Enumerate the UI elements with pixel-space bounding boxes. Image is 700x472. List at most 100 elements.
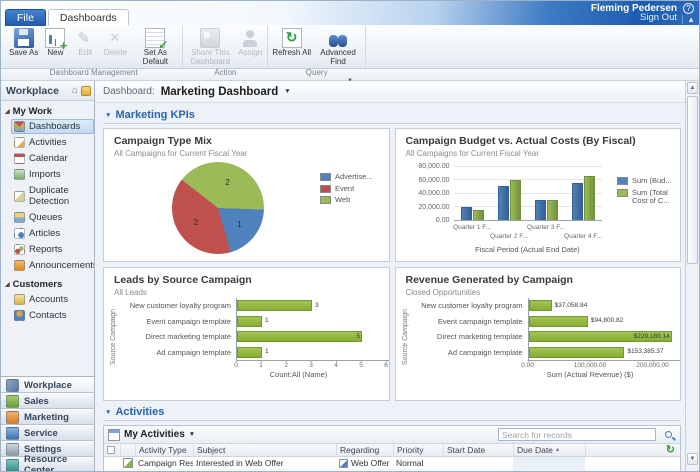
sign-out-link[interactable]: Sign Out — [640, 12, 677, 23]
scrollbar-thumb[interactable] — [687, 96, 698, 264]
category-label: Ad campaign template — [416, 348, 528, 357]
legend-label: Web — [335, 196, 350, 205]
bar-sum-bud — [572, 183, 583, 220]
nav-button-workplace[interactable]: Workplace — [1, 377, 94, 393]
ribbon-tabs: File Dashboards — [5, 9, 129, 26]
share-this-dashboard-button[interactable]: Share This Dashboard — [185, 26, 235, 66]
advanced-find-icon — [328, 28, 348, 48]
view-dropdown-icon[interactable]: ▼ — [189, 431, 195, 438]
x-axis-tick: 2 — [284, 362, 288, 369]
nav-button-marketing[interactable]: Marketing — [1, 409, 94, 425]
save-as-button[interactable]: Save As — [7, 26, 40, 58]
legend-label: Sum (Total Cost of C... — [632, 189, 677, 206]
search-button[interactable] — [660, 428, 676, 442]
reports-icon — [14, 244, 25, 255]
set-as-default-button[interactable]: Set As Default — [130, 26, 180, 66]
legend-label: Event — [335, 185, 354, 194]
nav-button-label: Service — [24, 428, 58, 439]
header-filler-cell: ↻ — [585, 444, 680, 456]
view-selector[interactable]: My Activities — [124, 429, 185, 440]
column-header-subject[interactable]: Subject — [193, 444, 336, 456]
help-icon[interactable]: ? — [683, 3, 694, 14]
select-all-checkbox[interactable] — [107, 446, 115, 454]
dashboard-dropdown-icon[interactable]: ▼ — [284, 88, 290, 95]
column-chart: 0.0020,000.0040,000.0060,000.0080,000.00… — [396, 157, 681, 261]
nav-button-resource-center[interactable]: Resource Center — [1, 457, 94, 472]
home-icon[interactable]: ⌂ — [72, 85, 78, 96]
edit-button[interactable]: Edit — [70, 26, 100, 58]
bar — [237, 316, 262, 327]
sidebar-item-queues[interactable]: Queues — [11, 210, 94, 225]
column-header-due-date[interactable]: Due Date▲ — [513, 444, 585, 456]
personalize-icon[interactable] — [81, 86, 91, 96]
sidebar-item-reports[interactable]: Reports — [11, 242, 94, 257]
tab-file[interactable]: File — [5, 9, 46, 26]
sidebar-group-customers: ◢CustomersAccounts Contacts — [1, 277, 94, 323]
sidebar-item-label: Dashboards — [29, 121, 80, 132]
settings-icon — [6, 443, 19, 456]
sidebar-item-dashboards[interactable]: Dashboards — [11, 119, 94, 134]
workplace-icon — [6, 379, 19, 392]
delete-label: Delete — [104, 49, 127, 58]
sidebar-item-imports[interactable]: Imports — [11, 167, 94, 182]
nav-button-sales[interactable]: Sales — [1, 393, 94, 409]
legend-item: Sum (Bud... — [617, 177, 677, 186]
sidebar-item-duplicate-detection[interactable]: Duplicate Detection — [11, 183, 94, 209]
nav-button-service[interactable]: Service — [1, 425, 94, 441]
horizontal-bar-chart: Source CampaignNew customer loyalty prog… — [110, 298, 385, 400]
sidebar-item-label: Imports — [29, 169, 61, 180]
nav-button-label: Sales — [24, 396, 49, 407]
category-label: Ad campaign template — [124, 348, 236, 357]
dashboard-selector-row: Dashboard: Marketing Dashboard ▼ — [95, 81, 699, 103]
cell-value: Campaign Respo... — [138, 458, 193, 468]
sidebar-group-header-customers[interactable]: ◢Customers — [1, 277, 94, 292]
bar — [237, 331, 362, 342]
activities-list-icon — [108, 429, 120, 441]
queues-icon — [14, 212, 25, 223]
refresh-all-button[interactable]: Refresh All — [270, 26, 313, 58]
pie-slice-value: 2 — [225, 178, 229, 187]
x-axis-tick: 1 — [259, 362, 263, 369]
new-button[interactable]: New — [40, 26, 70, 58]
sidebar-item-activities[interactable]: Activities — [11, 135, 94, 150]
vertical-scrollbar[interactable]: ▲ ▼ — [685, 81, 699, 472]
sidebar-item-label: Contacts — [29, 310, 67, 321]
section-marketing-kpis[interactable]: ▼ Marketing KPIs — [103, 107, 681, 124]
section-activities[interactable]: ▼ Activities — [103, 404, 681, 421]
y-axis-tick: 40,000.00 — [396, 190, 450, 197]
search-icon — [665, 431, 672, 438]
column-header-activity-type[interactable]: Activity Type — [135, 444, 193, 456]
sidebar-group-header-my-work[interactable]: ◢My Work — [1, 104, 94, 119]
search-input[interactable] — [498, 428, 656, 441]
grid-rows: Campaign Respo...Interested in Web Offer… — [104, 457, 680, 472]
sidebar-item-contacts[interactable]: Contacts — [11, 308, 94, 323]
bar-row: Direct marketing template$229,189.14 — [416, 329, 677, 345]
sidebar-item-articles[interactable]: Articles — [11, 226, 94, 241]
chart-body: New customer loyalty program$37,058.84Ev… — [416, 298, 677, 370]
bar-value-label: $94,800.82 — [591, 317, 624, 324]
column-header-start-date[interactable]: Start Date — [443, 444, 513, 456]
header-checkbox-cell[interactable] — [104, 444, 120, 456]
sidebar-item-announcements[interactable]: Announcements — [11, 258, 94, 273]
tab-dashboards[interactable]: Dashboards — [48, 9, 129, 26]
sidebar-item-accounts[interactable]: Accounts — [11, 292, 94, 307]
delete-icon — [105, 28, 125, 48]
section-kpis-title: Marketing KPIs — [115, 109, 194, 121]
refresh-grid-icon[interactable]: ↻ — [666, 445, 677, 456]
sidebar-item-calendar[interactable]: Calendar — [11, 151, 94, 166]
scroll-down-icon[interactable]: ▼ — [687, 453, 698, 465]
column-header-priority[interactable]: Priority — [393, 444, 443, 456]
dashboard-name-dropdown[interactable]: Marketing Dashboard — [161, 86, 279, 98]
assign-label: Assign — [238, 49, 262, 58]
bar-sum-bud — [461, 207, 472, 221]
legend-item: Web — [320, 196, 373, 205]
minimize-ribbon-icon[interactable]: ▲ — [682, 15, 695, 24]
imports-icon — [14, 169, 25, 180]
column-header-regarding[interactable]: Regarding — [336, 444, 393, 456]
advanced-find-button[interactable]: Advanced Find — [313, 26, 363, 66]
delete-button[interactable]: Delete — [100, 26, 130, 58]
scroll-up-icon[interactable]: ▲ — [687, 82, 698, 94]
activity-row[interactable]: Campaign Respo...Interested in Web Offer… — [104, 457, 680, 470]
title-band: Fleming Pedersen ? Sign Out ▲ File Dashb… — [1, 1, 699, 25]
assign-button[interactable]: Assign — [235, 26, 265, 58]
